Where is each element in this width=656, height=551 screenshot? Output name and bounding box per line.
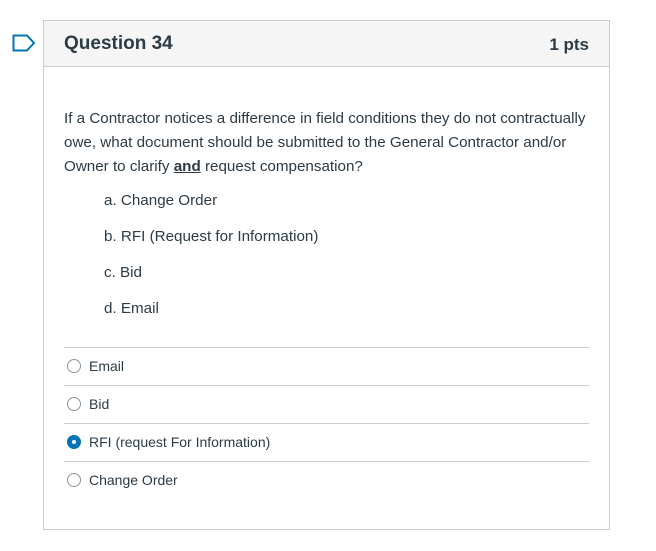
answer-option-rfi[interactable]: RFI (request For Information)	[64, 424, 589, 462]
answer-label[interactable]: Change Order	[89, 471, 178, 489]
question-text: If a Contractor notices a difference in …	[64, 107, 589, 179]
question-points: 1 pts	[549, 35, 589, 54]
question-text-emphasis: and	[173, 158, 201, 175]
question-choice-list: a. Change Order b. RFI (Request for Info…	[104, 191, 589, 335]
question-title: Question 34	[64, 33, 173, 54]
answer-label[interactable]: Bid	[89, 395, 109, 413]
answer-option-email[interactable]: Email	[64, 348, 589, 386]
question-choice: a. Change Order	[104, 192, 218, 209]
radio-button[interactable]	[67, 397, 81, 411]
question-body: If a Contractor notices a difference in …	[44, 67, 609, 499]
question-header: Question 34 1 pts	[44, 21, 609, 67]
answer-label[interactable]: RFI (request For Information)	[89, 433, 270, 451]
answer-label[interactable]: Email	[89, 357, 124, 375]
answer-options: Email Bid RFI (request For Information) …	[64, 347, 589, 499]
flag-question-icon[interactable]	[12, 34, 36, 52]
radio-button[interactable]	[67, 473, 81, 487]
answer-option-bid[interactable]: Bid	[64, 386, 589, 424]
answer-option-change-order[interactable]: Change Order	[64, 462, 589, 499]
question-choice: b. RFI (Request for Information)	[104, 228, 319, 245]
radio-button[interactable]	[67, 359, 81, 373]
question-choice: c. Bid	[104, 264, 142, 281]
question-card: Question 34 1 pts If a Contractor notice…	[43, 20, 610, 530]
question-text-end: request compensation?	[200, 158, 363, 175]
radio-button[interactable]	[67, 435, 81, 449]
question-choice: d. Email	[104, 300, 159, 317]
